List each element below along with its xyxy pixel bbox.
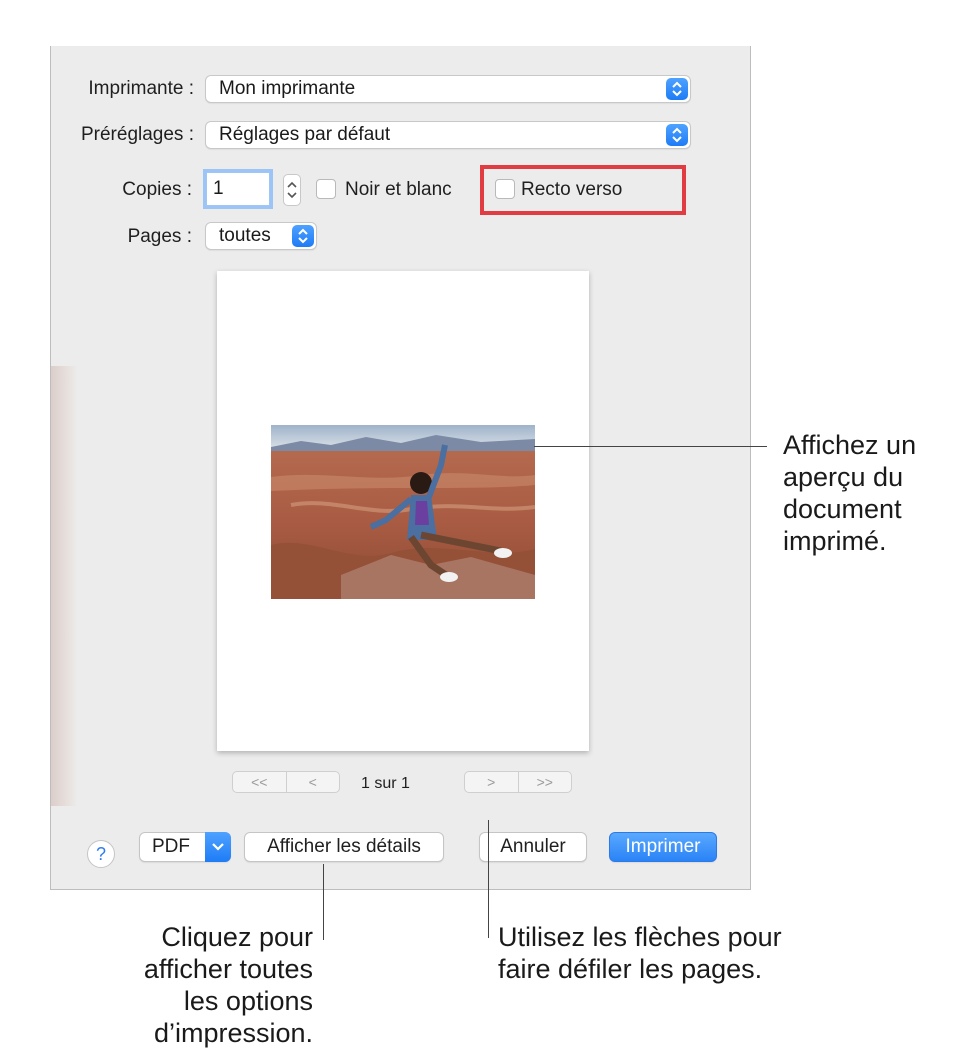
black-white-label: Noir et blanc bbox=[345, 179, 452, 200]
chevron-down-icon bbox=[205, 832, 231, 862]
printer-popup[interactable]: Mon imprimante bbox=[205, 75, 691, 103]
up-down-chevron-icon bbox=[666, 78, 688, 100]
callout-line: Utilisez les flèches pour bbox=[498, 922, 782, 952]
presets-value: Réglages par défaut bbox=[219, 124, 391, 145]
callout-line: document bbox=[783, 494, 902, 524]
details-callout-line bbox=[323, 864, 324, 940]
presets-label: Préréglages : bbox=[80, 124, 194, 145]
presets-popup[interactable]: Réglages par défaut bbox=[205, 121, 691, 149]
cancel-button[interactable]: Annuler bbox=[479, 832, 587, 862]
arrows-callout-line bbox=[488, 820, 489, 938]
two-sided-highlight bbox=[480, 165, 686, 215]
last-page-button[interactable]: >> bbox=[517, 772, 572, 792]
next-page-button[interactable]: > bbox=[465, 772, 518, 792]
nav-next-last: > >> bbox=[464, 771, 572, 793]
preview-callout-line bbox=[534, 446, 767, 447]
pages-label: Pages : bbox=[127, 226, 192, 247]
preview-photo bbox=[271, 425, 535, 599]
callout-line: imprimé. bbox=[783, 526, 887, 556]
copies-stepper[interactable] bbox=[283, 174, 301, 206]
print-preview bbox=[217, 271, 589, 751]
callout-line: Cliquez pour bbox=[161, 922, 313, 952]
pages-popup[interactable]: toutes bbox=[205, 222, 317, 250]
up-down-chevron-icon bbox=[666, 124, 688, 146]
up-down-chevron-icon bbox=[292, 225, 314, 247]
pdf-menu-button[interactable]: PDF bbox=[139, 832, 231, 862]
prev-page-button[interactable]: < bbox=[285, 772, 340, 792]
page-indicator: 1 sur 1 bbox=[361, 775, 410, 792]
printer-label: Imprimante : bbox=[88, 78, 194, 99]
preview-callout: Affichez un aperçu du document imprimé. bbox=[783, 429, 916, 557]
question-mark-icon: ? bbox=[95, 844, 106, 864]
pdf-label: PDF bbox=[152, 836, 190, 857]
pages-value: toutes bbox=[219, 225, 271, 246]
help-button[interactable]: ? bbox=[87, 840, 115, 868]
stepper-arrows-icon bbox=[287, 181, 297, 199]
show-details-button[interactable]: Afficher les détails bbox=[244, 832, 444, 862]
print-dialog: Imprimante : Mon imprimante Préréglages … bbox=[50, 46, 751, 890]
details-callout: Cliquez pour afficher toutes les options… bbox=[100, 921, 313, 1049]
callout-line: Affichez un bbox=[783, 430, 917, 460]
callout-line: d’impression. bbox=[153, 1018, 313, 1048]
print-button[interactable]: Imprimer bbox=[609, 832, 717, 862]
callout-line: aperçu du bbox=[783, 462, 904, 492]
background-blur bbox=[51, 366, 77, 806]
first-page-button[interactable]: << bbox=[233, 772, 286, 792]
copies-label: Copies : bbox=[122, 179, 192, 200]
callout-line: afficher toutes bbox=[143, 954, 313, 984]
copies-field[interactable]: 1 bbox=[206, 172, 270, 206]
black-white-checkbox[interactable] bbox=[316, 179, 336, 199]
nav-first-prev: << < bbox=[232, 771, 340, 793]
callout-line: les options bbox=[183, 986, 313, 1016]
callout-line: faire défiler les pages. bbox=[498, 954, 763, 984]
printer-value: Mon imprimante bbox=[219, 78, 356, 99]
arrows-callout: Utilisez les flèches pour faire défiler … bbox=[498, 921, 782, 985]
